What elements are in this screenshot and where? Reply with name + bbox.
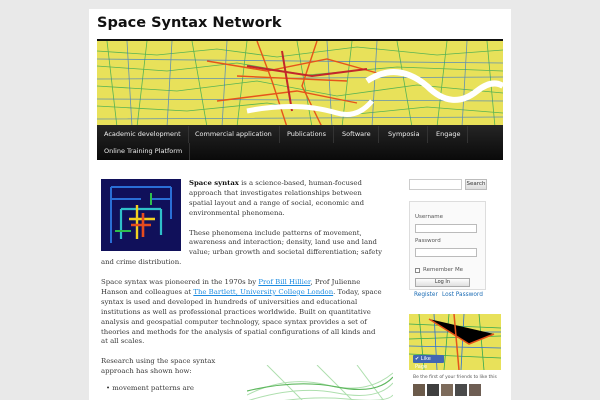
search-button[interactable]: Search <box>465 179 487 190</box>
remember-me-label: Remember Me <box>423 267 464 273</box>
page: Space Syntax Network Academic developmen… <box>89 9 511 400</box>
password-label: Password <box>415 238 441 244</box>
intro-strong: Space syntax <box>189 179 239 187</box>
avatar[interactable] <box>469 384 481 396</box>
main-content: Space syntax is a science-based, human-f… <box>101 179 394 400</box>
main-navigation: Academic development Commercial applicat… <box>97 125 503 160</box>
avatar[interactable] <box>441 384 453 396</box>
facebook-friends-text: Be the first of your friends to like thi… <box>413 375 497 380</box>
nav-item-online-training-platform[interactable]: Online Training Platform <box>97 143 191 160</box>
bullet-text: movement patterns are <box>112 383 195 392</box>
avatar[interactable] <box>427 384 439 396</box>
nav-item-software[interactable]: Software <box>335 126 379 143</box>
checkbox-icon[interactable] <box>415 268 420 273</box>
login-widget: Username Password Remember Me Log In <box>409 201 486 290</box>
facebook-like-button[interactable]: ✔ Like Page <box>413 355 444 370</box>
nav-item-engage[interactable]: Engage <box>429 126 469 143</box>
history-text-a: Space syntax was pioneered in the 1970s … <box>101 278 259 287</box>
username-field[interactable] <box>415 224 477 233</box>
research-paragraph: Research using the space syntax approach… <box>101 357 216 376</box>
bill-hillier-link[interactable]: Prof Bill Hillier <box>258 278 310 286</box>
bartlett-link[interactable]: The Bartlett, University College London <box>193 288 333 296</box>
movement-pattern-image <box>246 364 394 400</box>
thumbs-up-icon: ✔ <box>415 356 420 362</box>
header-banner-map <box>97 39 503 125</box>
password-field[interactable] <box>415 248 477 257</box>
lost-password-link[interactable]: Lost Password <box>442 292 483 298</box>
history-text-c: . Today, space syntax is used and develo… <box>101 287 382 346</box>
nav-item-academic-development[interactable]: Academic development <box>97 126 189 143</box>
avatar[interactable] <box>455 384 467 396</box>
avatar[interactable] <box>413 384 425 396</box>
site-title[interactable]: Space Syntax Network <box>97 15 281 31</box>
username-label: Username <box>415 214 444 220</box>
axial-map-thumbnail <box>101 179 181 251</box>
nav-item-commercial-application[interactable]: Commercial application <box>188 126 280 143</box>
register-link[interactable]: Register <box>414 292 438 298</box>
nav-item-symposia[interactable]: Symposia <box>381 126 428 143</box>
search-input[interactable] <box>409 179 462 190</box>
login-button[interactable]: Log In <box>415 278 470 287</box>
nav-item-publications[interactable]: Publications <box>280 126 335 143</box>
